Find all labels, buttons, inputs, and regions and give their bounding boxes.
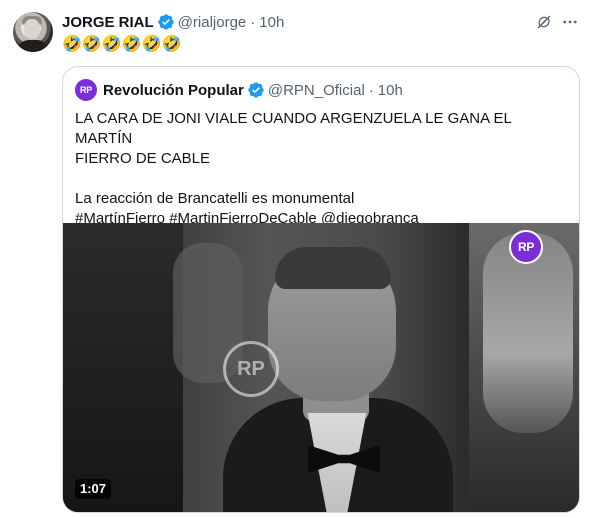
quoted-text-gap xyxy=(75,169,571,189)
author-name[interactable]: JORGE RIAL xyxy=(62,14,154,31)
video-background-left xyxy=(63,223,183,512)
quoted-author-name[interactable]: Revolución Popular xyxy=(103,82,244,99)
video-hair xyxy=(275,247,391,289)
quoted-author-handle[interactable]: @RPN_Oficial xyxy=(268,82,365,99)
video-player[interactable]: RP RP 1:07 xyxy=(63,223,579,512)
tweet-time[interactable]: 10h xyxy=(259,14,284,31)
more-icon[interactable] xyxy=(561,13,579,31)
avatar-shirt xyxy=(17,40,49,52)
separator-dot: · xyxy=(250,13,256,31)
rp-logo-icon: RP xyxy=(509,230,543,264)
rp-watermark-icon: RP xyxy=(223,341,279,397)
quoted-tweet[interactable]: RP Revolución Popular @RPN_Oficial · 10h… xyxy=(62,66,580,513)
verified-badge-icon xyxy=(248,82,264,98)
verified-badge-icon xyxy=(158,14,174,30)
grok-icon[interactable] xyxy=(535,13,553,31)
quoted-text-line: La reacción de Brancatelli es monumental xyxy=(75,190,355,207)
tweet-header: JORGE RIAL @rialjorge · 10h xyxy=(62,12,284,32)
quoted-tweet-time[interactable]: 10h xyxy=(378,82,403,99)
separator-dot: · xyxy=(368,81,374,99)
quoted-tweet-header: RP Revolución Popular @RPN_Oficial · 10h xyxy=(75,79,403,101)
avatar-face xyxy=(24,19,40,39)
author-avatar[interactable] xyxy=(13,12,53,52)
author-handle[interactable]: @rialjorge xyxy=(178,14,247,31)
quoted-text-line: FIERRO DE CABLE xyxy=(75,150,211,167)
video-duration-badge: 1:07 xyxy=(75,479,112,499)
tweet-text: 🤣🤣🤣🤣🤣🤣 xyxy=(62,36,182,53)
quoted-text-line: LA CARA DE JONI VIALE CUANDO ARGENZUELA … xyxy=(75,110,512,147)
quoted-tweet-text: LA CARA DE JONI VIALE CUANDO ARGENZUELA … xyxy=(75,109,571,229)
tweet[interactable]: JORGE RIAL @rialjorge · 10h 🤣🤣🤣🤣🤣🤣 RP Re… xyxy=(0,0,599,518)
quoted-author-avatar[interactable]: RP xyxy=(75,79,97,101)
